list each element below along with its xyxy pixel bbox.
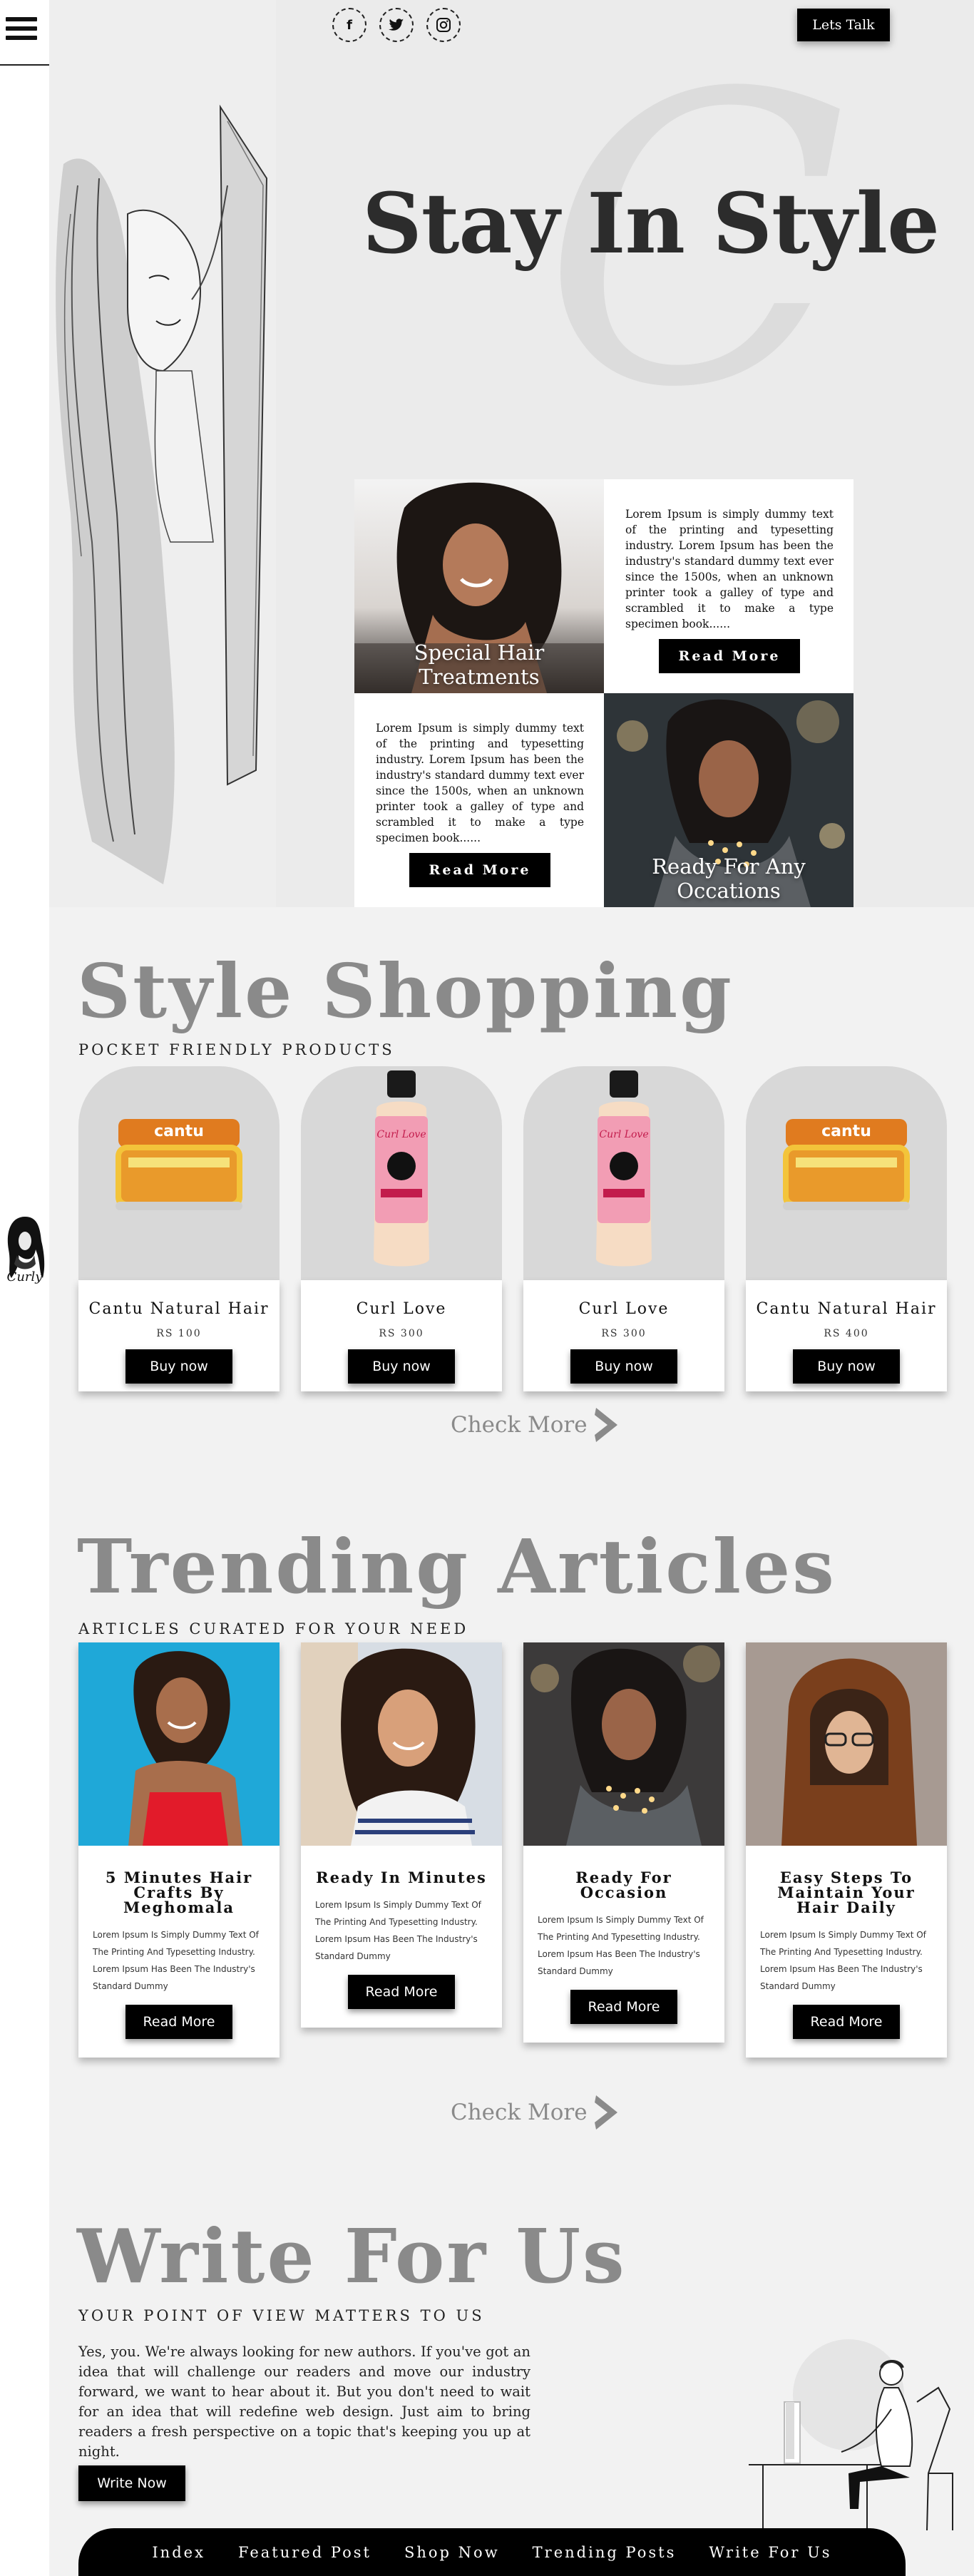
buy-now-button[interactable]: Buy now xyxy=(793,1349,900,1384)
write-now-button[interactable]: Write Now xyxy=(78,2465,185,2501)
product-price: RS 400 xyxy=(824,1328,869,1339)
feature-caption-occasions: Ready For Any Occations xyxy=(652,854,806,903)
product-price: RS 100 xyxy=(156,1328,202,1339)
product-image-area: cantu xyxy=(78,1066,280,1280)
shopping-subtitle: Pocket Friendly Products xyxy=(78,1041,395,1058)
article-image[interactable] xyxy=(523,1642,724,1846)
product-info: Curl Love RS 300 Buy now xyxy=(301,1280,502,1391)
product-image-area: Curl Love xyxy=(301,1066,502,1280)
article-title[interactable]: Ready In Minutes xyxy=(301,1846,502,1885)
footer-link-trending-posts[interactable]: Trending Posts xyxy=(533,2544,677,2561)
check-more-label: Check More xyxy=(451,1412,588,1438)
svg-text:cantu: cantu xyxy=(821,1123,871,1140)
read-more-button-2[interactable]: Read More xyxy=(409,853,550,887)
article-title[interactable]: Easy Steps To Maintain Your Hair Daily xyxy=(746,1846,947,1915)
instagram-icon[interactable] xyxy=(426,8,461,42)
footer-link-index[interactable]: Index xyxy=(152,2544,205,2561)
article-excerpt: Lorem Ipsum Is Simply Dummy Text Of The … xyxy=(315,1900,481,1961)
shopping-title: Style Shopping xyxy=(77,947,734,1035)
product-card: Curl Love Curl Love RS 300 Buy now xyxy=(523,1066,724,1391)
side-rail: Curly xyxy=(0,0,49,2576)
articles-subtitle: Articles Curated For Your Need xyxy=(78,1620,469,1637)
person-at-desk-illustration xyxy=(749,2339,953,2530)
read-more-button[interactable]: Read More xyxy=(570,1990,677,2024)
facebook-icon[interactable]: f xyxy=(332,8,366,42)
footer-link-shop-now[interactable]: Shop Now xyxy=(404,2544,500,2561)
buy-now-button[interactable]: Buy now xyxy=(570,1349,677,1384)
article-excerpt: Lorem Ipsum Is Simply Dummy Text Of The … xyxy=(760,1930,926,1991)
product-info: Cantu Natural Hair RS 100 Buy now xyxy=(78,1280,280,1391)
product-info: Cantu Natural Hair RS 400 Buy now xyxy=(746,1280,947,1391)
feature-text-card-1: Lorem Ipsum is simply dummy text of the … xyxy=(604,479,853,693)
curl-love-bottle-image: Curl Love xyxy=(596,1070,652,1267)
product-card: cantu Cantu Natural Hair RS 400 Buy now xyxy=(746,1066,947,1391)
product-card: Curl Love Curl Love RS 300 Buy now xyxy=(301,1066,502,1391)
article-card: Ready For Occasion Lorem Ipsum Is Simply… xyxy=(523,1642,724,2043)
product-name: Curl Love xyxy=(356,1300,447,1318)
feature-caption-hair-treatments: Special Hair Treatments xyxy=(414,640,545,689)
social-links: f xyxy=(332,8,461,42)
cantu-jar-image: cantu xyxy=(116,1119,242,1210)
product-price: RS 300 xyxy=(379,1328,424,1339)
product-name: Curl Love xyxy=(578,1300,670,1318)
feature-card-hair-treatments[interactable]: Special Hair Treatments xyxy=(354,479,604,693)
product-name: Cantu Natural Hair xyxy=(88,1300,270,1318)
hero-title: Stay In Style xyxy=(362,175,940,272)
article-card: 5 Minutes Hair Crafts By Meghomala Lorem… xyxy=(78,1642,280,2058)
article-image[interactable] xyxy=(301,1642,502,1846)
article-title[interactable]: Ready For Occasion xyxy=(523,1846,724,1900)
svg-text:Curl Love: Curl Love xyxy=(599,1129,648,1140)
feature-text-1: Lorem Ipsum is simply dummy text of the … xyxy=(625,508,834,630)
product-price: RS 300 xyxy=(601,1328,647,1339)
svg-text:Curl Love: Curl Love xyxy=(376,1129,426,1140)
read-more-button[interactable]: Read More xyxy=(125,2005,232,2039)
article-image[interactable] xyxy=(746,1642,947,1846)
check-more-articles-button[interactable]: Check More xyxy=(451,2094,619,2131)
product-card: cantu Cantu Natural Hair RS 100 Buy now xyxy=(78,1066,280,1391)
feature-card-occasions[interactable]: Ready For Any Occations xyxy=(604,693,853,907)
svg-text:cantu: cantu xyxy=(154,1123,204,1140)
read-more-button[interactable]: Read More xyxy=(793,2005,900,2039)
check-more-label: Check More xyxy=(451,2100,588,2125)
article-card: Ready In Minutes Lorem Ipsum Is Simply D… xyxy=(301,1642,502,2028)
check-more-products-button[interactable]: Check More xyxy=(451,1406,619,1443)
rail-divider xyxy=(0,64,49,66)
article-excerpt: Lorem Ipsum Is Simply Dummy Text Of The … xyxy=(538,1915,704,1976)
product-info: Curl Love RS 300 Buy now xyxy=(523,1280,724,1391)
read-more-button[interactable]: Read More xyxy=(348,1975,455,2009)
footer-nav: Index Featured Post Shop Now Trending Po… xyxy=(78,2528,906,2576)
article-excerpt: Lorem Ipsum Is Simply Dummy Text Of The … xyxy=(93,1930,259,1991)
feature-text-card-2: Lorem Ipsum is simply dummy text of the … xyxy=(354,693,604,907)
buy-now-button[interactable]: Buy now xyxy=(125,1349,232,1384)
article-title[interactable]: 5 Minutes Hair Crafts By Meghomala xyxy=(78,1846,280,1915)
write-description: Yes, you. We're always looking for new a… xyxy=(78,2344,530,2460)
cantu-jar-image: cantu xyxy=(783,1119,910,1210)
article-image[interactable] xyxy=(78,1642,280,1846)
footer-link-write-for-us[interactable]: Write For Us xyxy=(709,2544,831,2561)
curl-love-bottle-image: Curl Love xyxy=(374,1070,429,1267)
feature-text-2: Lorem Ipsum is simply dummy text of the … xyxy=(376,722,584,844)
curly-logo-text: Curly xyxy=(6,1269,43,1284)
product-name: Cantu Natural Hair xyxy=(756,1300,937,1318)
footer-link-featured-post[interactable]: Featured Post xyxy=(238,2544,371,2561)
hero-feature-grid: Special Hair Treatments Lorem Ipsum is s… xyxy=(354,479,853,907)
twitter-icon[interactable] xyxy=(379,8,414,42)
read-more-button-1[interactable]: Read More xyxy=(659,639,800,673)
article-card: Easy Steps To Maintain Your Hair Daily L… xyxy=(746,1642,947,2058)
buy-now-button[interactable]: Buy now xyxy=(348,1349,455,1384)
articles-title: Trending Articles xyxy=(77,1523,836,1610)
write-subtitle: Your Point Of View Matters To Us xyxy=(78,2307,485,2324)
hamburger-menu-icon[interactable] xyxy=(6,17,37,48)
hero-sketch-illustration xyxy=(49,0,276,907)
chevron-right-icon xyxy=(594,2095,617,2130)
product-image-area: cantu xyxy=(746,1066,947,1280)
product-image-area: Curl Love xyxy=(523,1066,724,1280)
write-title: Write For Us xyxy=(77,2212,627,2300)
chevron-right-icon xyxy=(594,1408,617,1442)
